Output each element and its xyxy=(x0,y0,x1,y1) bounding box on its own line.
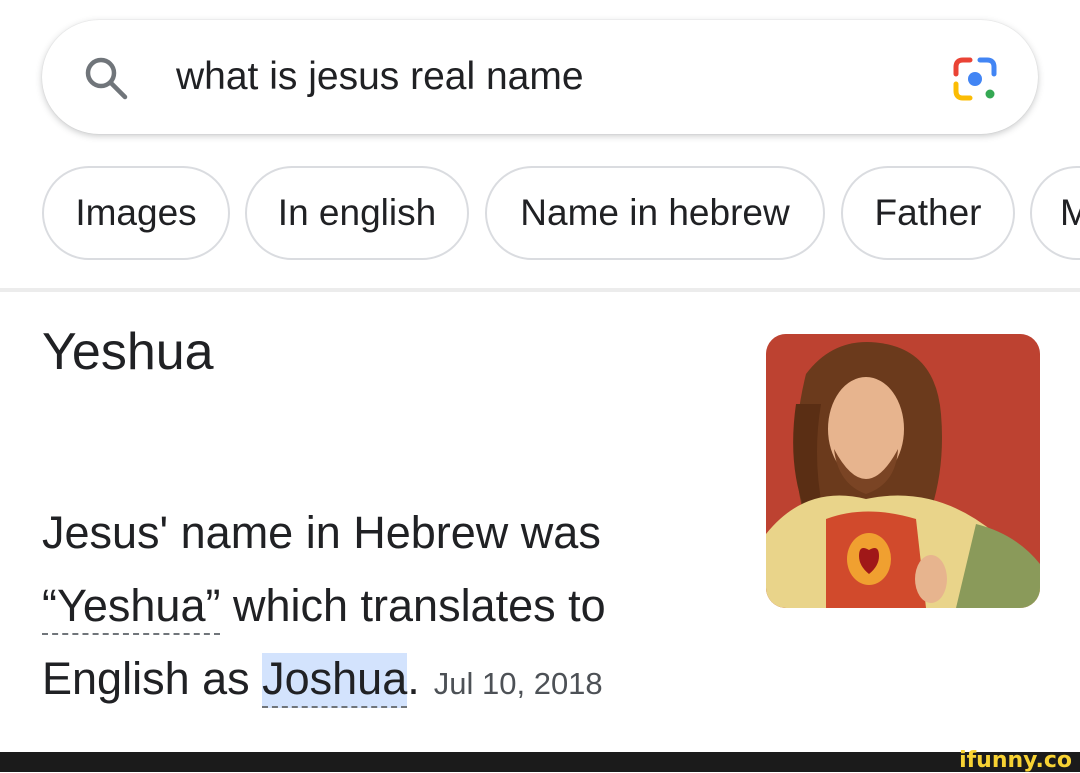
featured-snippet: Jesus' name in Hebrew was “Yeshua” which… xyxy=(42,496,742,720)
chip-images[interactable]: Images xyxy=(42,166,230,260)
snippet-term-yeshua[interactable]: “Yeshua” xyxy=(42,580,221,635)
snippet-highlight-joshua[interactable]: Joshua xyxy=(262,653,408,708)
suggestion-chips: Images In english Name in hebrew Father … xyxy=(0,166,1080,262)
snippet-text-1: Jesus' name in Hebrew was xyxy=(42,507,601,558)
search-query-text[interactable]: what is jesus real name xyxy=(176,54,584,100)
ifunny-watermark: ifunny.co xyxy=(959,748,1072,773)
search-icon[interactable] xyxy=(82,54,130,102)
chip-partial[interactable]: M xyxy=(1030,166,1080,260)
jesus-painting-thumbnail[interactable] xyxy=(766,334,1040,608)
divider xyxy=(0,288,1080,292)
featured-answer-title: Yeshua xyxy=(42,323,214,381)
chip-father[interactable]: Father xyxy=(841,166,1015,260)
google-lens-icon[interactable] xyxy=(948,52,1002,106)
footer-bar xyxy=(0,752,1080,772)
chip-name-in-hebrew[interactable]: Name in hebrew xyxy=(485,166,825,260)
snippet-end: . xyxy=(407,653,420,704)
chip-in-english[interactable]: In english xyxy=(245,166,469,260)
snippet-date: Jul 10, 2018 xyxy=(433,666,603,701)
